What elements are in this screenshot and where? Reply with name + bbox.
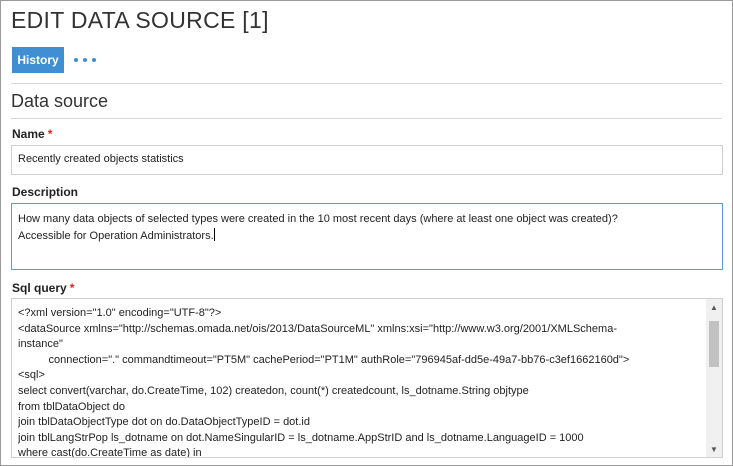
- sql-line: where cast(do.CreateTime as date) in: [18, 447, 202, 458]
- toolbar-divider: [11, 83, 722, 84]
- required-mark: *: [69, 281, 75, 295]
- section-title: Data source: [11, 91, 109, 111]
- history-button[interactable]: History: [12, 47, 64, 73]
- description-field[interactable]: How many data objects of selected types …: [11, 203, 723, 270]
- sql-line: connection="." commandtimeout="PT5M" cac…: [18, 353, 630, 366]
- scrollbar-thumb[interactable]: [709, 321, 719, 367]
- sql-line: join tblDataObjectType dot on do.DataObj…: [18, 416, 310, 429]
- sql-query-content: <?xml version="1.0" encoding="UTF-8"?> <…: [18, 306, 704, 458]
- sql-query-label: Sql query *: [12, 281, 74, 295]
- description-line-1: How many data objects of selected types …: [18, 213, 618, 225]
- name-label-text: Name: [12, 127, 45, 141]
- page-title: EDIT DATA SOURCE [1]: [11, 7, 269, 33]
- name-label: Name *: [12, 127, 52, 141]
- text-cursor: [213, 228, 215, 241]
- scroll-up-icon[interactable]: ▲: [706, 299, 722, 315]
- description-line-2: Accessible for Operation Administrators.: [18, 228, 716, 245]
- sql-line: <sql>: [18, 369, 45, 382]
- section-divider: [11, 118, 722, 119]
- sql-line: instance": [18, 338, 63, 351]
- ellipsis-dot: [83, 58, 87, 62]
- description-line-2-text: Accessible for Operation Administrators.: [18, 230, 214, 242]
- sql-line: <dataSource xmlns="http://schemas.omada.…: [18, 322, 617, 335]
- ellipsis-dot: [74, 58, 78, 62]
- ellipsis-icon[interactable]: [74, 52, 96, 68]
- sql-line: from tblDataObject do: [18, 400, 125, 413]
- name-field-value: Recently created objects statistics: [18, 153, 184, 165]
- sql-line: select convert(varchar, do.CreateTime, 1…: [18, 384, 529, 397]
- required-mark: *: [47, 127, 53, 141]
- sql-query-label-text: Sql query: [12, 281, 67, 295]
- description-label-text: Description: [12, 185, 79, 199]
- sql-query-field[interactable]: <?xml version="1.0" encoding="UTF-8"?> <…: [11, 298, 723, 458]
- sql-line: join tblLangStrPop ls_dotname on dot.Nam…: [18, 431, 584, 444]
- name-field[interactable]: Recently created objects statistics: [11, 145, 723, 175]
- sql-line: <?xml version="1.0" encoding="UTF-8"?>: [18, 307, 222, 319]
- description-label: Description: [12, 185, 78, 199]
- vertical-scrollbar[interactable]: ▲ ▼: [706, 299, 722, 457]
- scroll-down-icon[interactable]: ▼: [706, 441, 722, 457]
- ellipsis-dot: [92, 58, 96, 62]
- edit-data-source-window: EDIT DATA SOURCE [1] History Data source…: [0, 0, 733, 466]
